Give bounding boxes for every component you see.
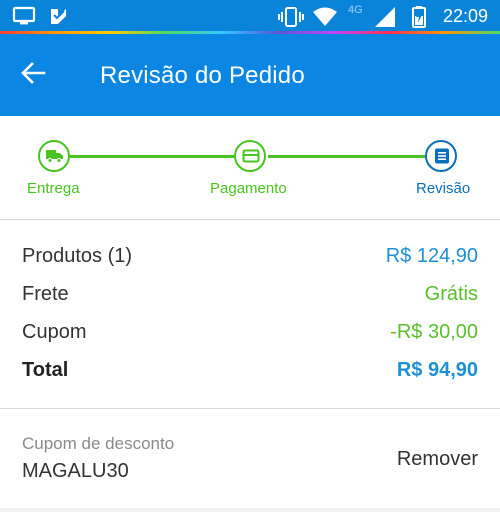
credit-card-icon: [242, 149, 260, 163]
truck-icon: [46, 150, 63, 163]
total-value: R$ 94,90: [396, 359, 478, 381]
step-label-delivery: Entrega: [27, 180, 80, 197]
list-icon: [435, 148, 449, 164]
step-label-payment: Pagamento: [210, 180, 287, 197]
signal-icon: [374, 6, 396, 33]
products-value: R$ 124,90: [385, 245, 478, 267]
step-delivery[interactable]: [38, 140, 70, 172]
summary-row-shipping: Frete Grátis: [22, 283, 478, 313]
summary-row-total: Total R$ 94,90: [22, 359, 478, 389]
total-label: Total: [22, 359, 69, 381]
back-button[interactable]: [20, 60, 56, 90]
coupon-section: Cupom de desconto MAGALU30 Remover: [0, 410, 500, 508]
shipping-label: Frete: [22, 283, 69, 305]
battery-icon: [412, 6, 426, 33]
step-payment[interactable]: [234, 140, 266, 172]
coupon-caption: Cupom de desconto: [22, 434, 175, 453]
coupon-code: MAGALU30: [22, 460, 129, 482]
section-divider: [0, 508, 500, 512]
notification-icon: [48, 6, 70, 33]
network-type-label: 4G: [348, 4, 363, 16]
step-review[interactable]: [425, 140, 457, 172]
stepper-connector: [70, 155, 234, 158]
arrow-back-icon: [21, 62, 46, 84]
order-summary: Produtos (1) R$ 124,90 Frete Grátis Cupo…: [0, 221, 500, 409]
vibrate-icon: [278, 6, 304, 33]
summary-row-coupon: Cupom -R$ 30,00: [22, 321, 478, 351]
step-label-review: Revisão: [416, 180, 471, 197]
status-bar: 4G 22:09: [0, 0, 500, 34]
status-time: 22:09: [442, 6, 488, 26]
page-title: Revisão do Pedido: [100, 62, 305, 89]
coupon-label: Cupom: [22, 321, 87, 343]
shipping-value: Grátis: [424, 283, 478, 305]
wifi-icon: [312, 6, 338, 33]
screen-cast-icon: [12, 6, 36, 31]
remove-coupon-button[interactable]: Remover: [397, 448, 478, 471]
summary-row-products: Produtos (1) R$ 124,90: [22, 245, 478, 275]
stepper-connector: [268, 155, 425, 158]
products-label: Produtos (1): [22, 245, 133, 267]
coupon-discount-value: -R$ 30,00: [390, 321, 478, 343]
app-bar: Revisão do Pedido: [0, 34, 500, 116]
checkout-stepper: Entrega Pagamento Revisão: [0, 116, 500, 220]
